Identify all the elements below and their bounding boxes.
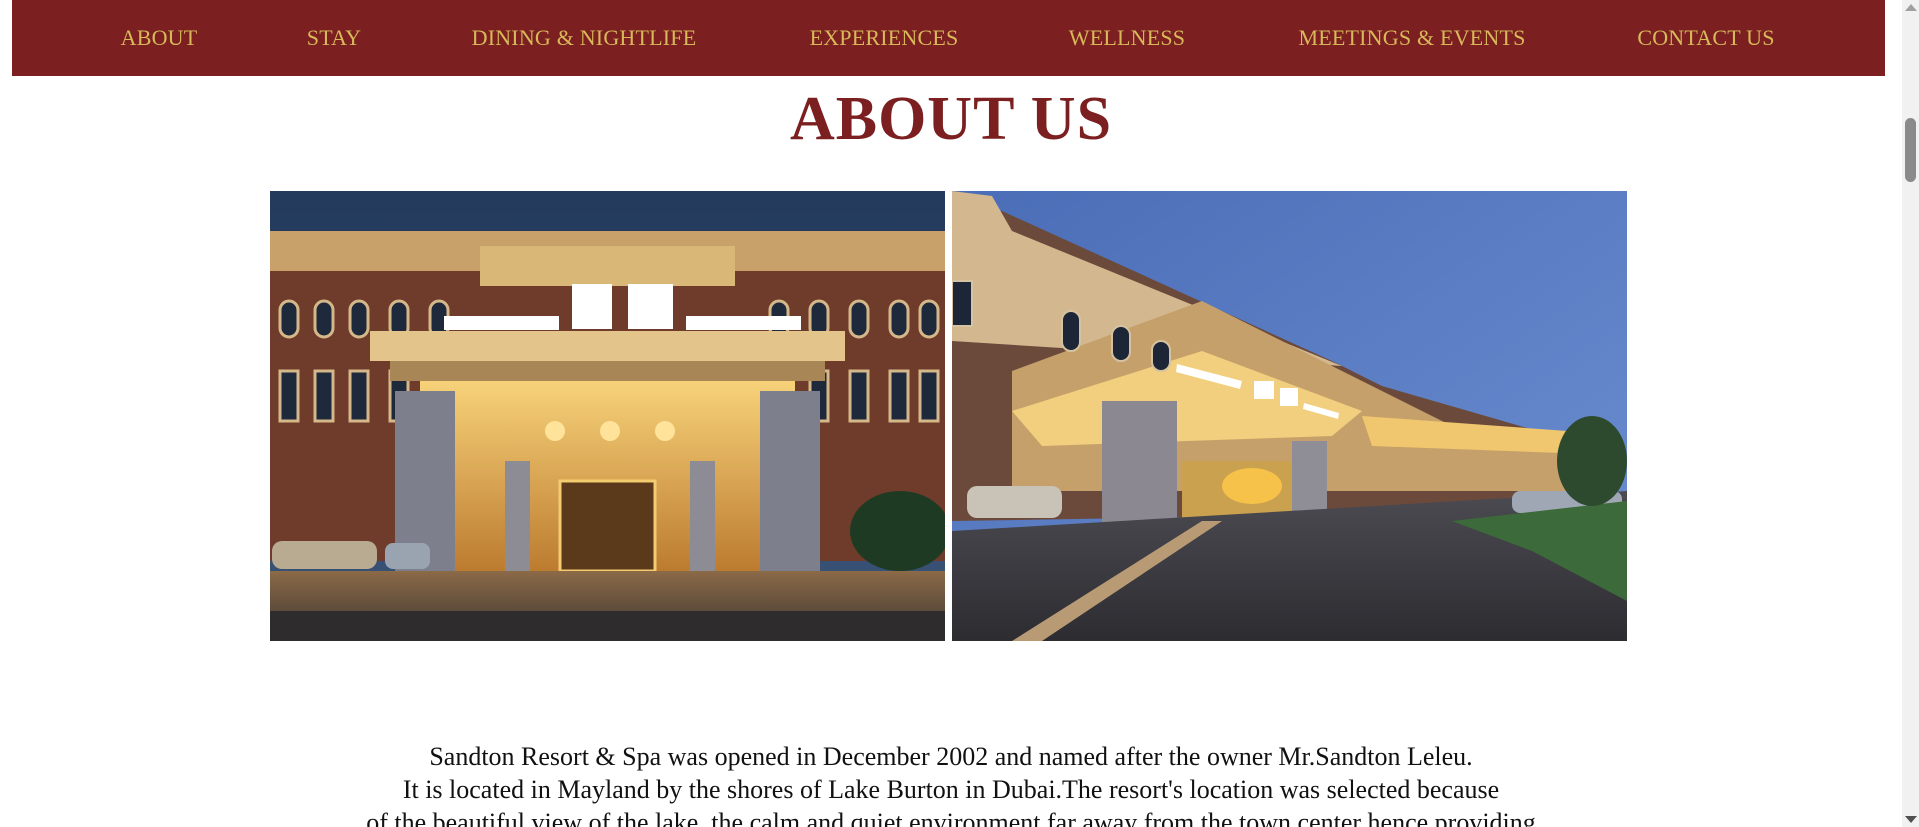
nav-item-contact-us[interactable]: CONTACT US [1637,0,1774,76]
nav-item-about[interactable]: ABOUT [121,0,198,76]
page-title: ABOUT US [789,85,1113,153]
scroll-down-arrow-icon[interactable] [1905,816,1917,823]
about-paragraph: Sandton Resort & Spa was opened in Decem… [0,740,1902,827]
nav-item-wellness[interactable]: WELLNESS [1069,0,1185,76]
hotel-entrance-side-photo [952,191,1627,641]
scroll-up-arrow-icon[interactable] [1905,4,1917,11]
about-paragraph-line-3: of the beautiful view of the lake, the c… [366,808,1536,827]
nav-item-stay[interactable]: STAY [307,0,361,76]
hotel-entrance-front-photo [270,191,945,641]
top-navigation-bar: ABOUT STAY DINING & NIGHTLIFE EXPERIENCE… [12,0,1885,76]
about-paragraph-line-1: Sandton Resort & Spa was opened in Decem… [429,742,1473,771]
page: ABOUT STAY DINING & NIGHTLIFE EXPERIENCE… [0,0,1902,827]
scrollbar-thumb[interactable] [1905,118,1916,182]
nav-item-dining-nightlife[interactable]: DINING & NIGHTLIFE [472,0,697,76]
about-paragraph-line-2: It is located in Mayland by the shores o… [402,775,1500,804]
nav-item-meetings-events[interactable]: MEETINGS & EVENTS [1298,0,1525,76]
nav-item-experiences[interactable]: EXPERIENCES [810,0,959,76]
vertical-scrollbar[interactable] [1902,0,1919,827]
